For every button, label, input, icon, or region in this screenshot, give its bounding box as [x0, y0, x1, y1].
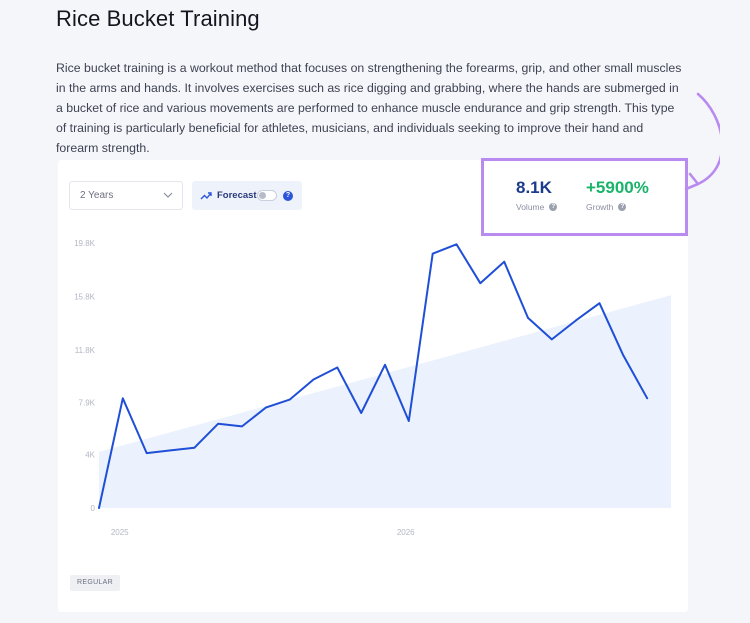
data-point — [122, 397, 124, 400]
data-point — [241, 425, 243, 428]
data-point — [431, 252, 434, 255]
data-point — [527, 317, 529, 319]
data-point — [479, 282, 482, 284]
y-tick-label: 19.8K — [74, 239, 96, 248]
data-point — [598, 302, 601, 305]
data-point — [408, 420, 410, 422]
data-point — [288, 398, 291, 401]
x-tick-label: 2026 — [397, 528, 415, 537]
y-tick-label: 0 — [91, 504, 96, 513]
y-tick-label: 15.8K — [74, 293, 96, 302]
data-point — [217, 422, 219, 425]
y-tick-label: 4K — [85, 450, 95, 459]
trend-area — [99, 295, 671, 508]
data-point — [193, 446, 196, 449]
y-tick-label: 11.8K — [75, 346, 96, 355]
data-point — [360, 412, 362, 414]
y-tick-label: 7.9K — [79, 398, 96, 407]
data-point — [503, 260, 505, 263]
data-point — [312, 378, 315, 381]
x-tick-label: 2025 — [111, 528, 129, 537]
data-point — [336, 366, 339, 369]
data-point — [98, 507, 100, 509]
data-point — [574, 319, 577, 322]
data-point — [145, 452, 148, 454]
data-point — [551, 338, 553, 341]
trend-chart: 0 4K 7.9K 11.8K 15.8K 19.8K 2025 2026 — [74, 239, 671, 537]
category-badge: REGULAR — [70, 575, 120, 591]
data-point — [384, 363, 386, 366]
data-point — [622, 354, 625, 357]
data-point — [169, 449, 172, 452]
data-point — [646, 397, 648, 400]
data-point — [265, 406, 267, 409]
data-point — [455, 243, 458, 246]
